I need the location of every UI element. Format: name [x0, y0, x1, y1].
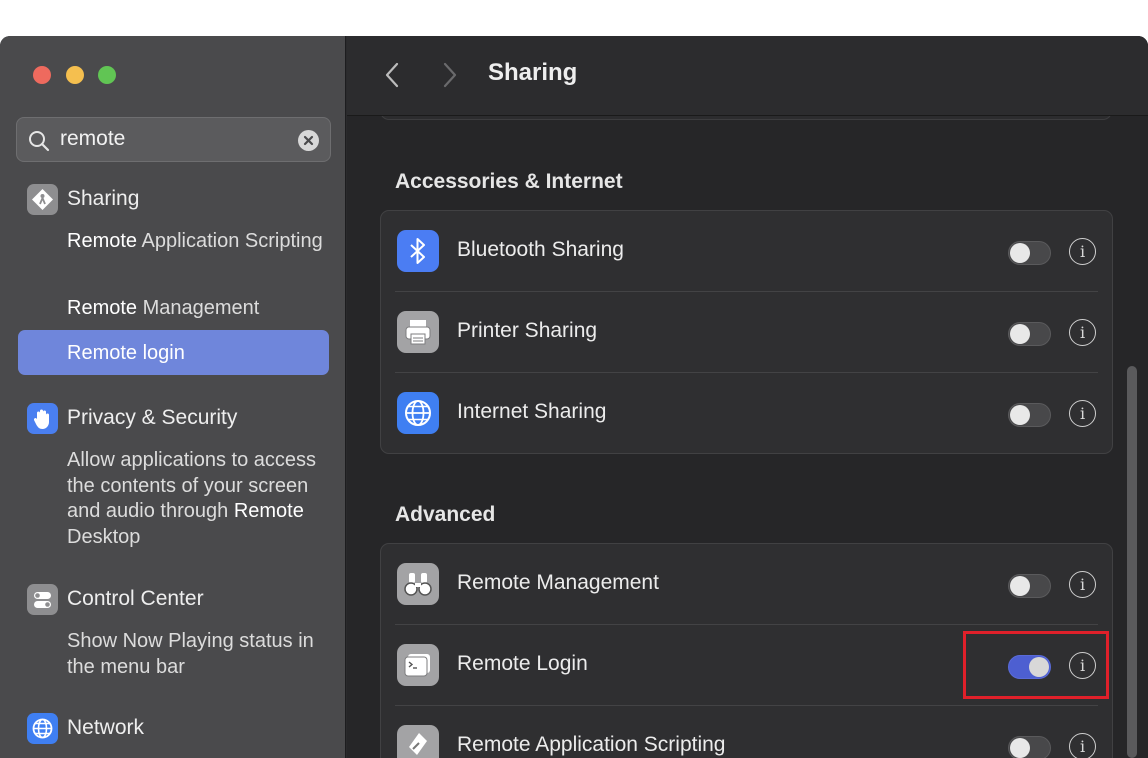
page-title: Sharing	[488, 59, 578, 86]
sidebar-subitem-text: Application Scripting	[137, 230, 323, 252]
sidebar-subitem-remote-login[interactable]: Remote login	[67, 341, 327, 367]
sidebar-item-network[interactable]: Network	[27, 712, 144, 744]
sidebar-subitem-screen-recording[interactable]: Allow applications to access the content…	[67, 448, 327, 550]
info-icon[interactable]: i	[1069, 571, 1096, 598]
row-label: Remote Application Scripting	[457, 733, 726, 756]
remote-management-toggle[interactable]	[1008, 574, 1051, 598]
sidebar-subitem-match: Remote	[67, 297, 138, 319]
row-internet-sharing: Internet Sharing i	[381, 373, 1112, 454]
sidebar-subitem-text: Management	[137, 297, 260, 319]
sidebar-item-privacy-security[interactable]: Privacy & Security	[27, 402, 237, 434]
sidebar-subitem-remote-application-scripting[interactable]: Remote Application Scripting	[67, 229, 327, 255]
search-icon	[29, 131, 50, 152]
binoculars-icon	[397, 563, 439, 605]
toggles-icon	[27, 583, 58, 615]
row-label: Internet Sharing	[457, 400, 607, 423]
bluetooth-sharing-toggle[interactable]	[1008, 241, 1051, 265]
settings-window: Sharing Remote Application Scripting Rem…	[0, 36, 1148, 758]
search-input[interactable]	[60, 127, 290, 151]
sidebar-subitem-text: login	[137, 342, 185, 364]
row-bluetooth-sharing: Bluetooth Sharing i	[381, 211, 1112, 292]
close-window-button[interactable]	[33, 66, 51, 84]
minimize-window-button[interactable]	[66, 66, 84, 84]
zoom-window-button[interactable]	[98, 66, 116, 84]
main-pane: Sharing Accessories & Internet Bluetooth…	[347, 36, 1148, 758]
info-icon[interactable]: i	[1069, 319, 1096, 346]
sidebar-item-label: Sharing	[67, 187, 140, 210]
globe-icon	[27, 712, 58, 744]
hand-icon	[27, 402, 58, 434]
printer-icon	[397, 311, 439, 353]
internet-sharing-toggle[interactable]	[1008, 403, 1051, 427]
globe-icon	[397, 392, 439, 434]
toolbar: Sharing	[347, 36, 1148, 116]
terminal-icon	[397, 644, 439, 686]
clear-search-icon[interactable]	[298, 130, 319, 151]
info-icon[interactable]: i	[1069, 733, 1096, 758]
sidebar-subitem-match: Remote	[67, 342, 138, 364]
row-label: Printer Sharing	[457, 319, 598, 342]
sidebar-subitem-now-playing[interactable]: Show Now Playing status in the menu bar	[67, 629, 327, 680]
script-icon	[397, 725, 439, 758]
sidebar-item-label: Network	[67, 716, 145, 739]
row-remote-management: Remote Management i	[381, 544, 1112, 625]
sidebar: Sharing Remote Application Scripting Rem…	[0, 36, 346, 758]
sidebar-subitem-remote-management[interactable]: Remote Management	[67, 296, 327, 322]
info-icon[interactable]: i	[1069, 238, 1096, 265]
sidebar-subitem-match: Remote	[67, 230, 138, 252]
info-icon[interactable]: i	[1069, 400, 1096, 427]
bluetooth-icon	[397, 230, 439, 272]
remote-application-scripting-toggle[interactable]	[1008, 736, 1051, 758]
search-field[interactable]	[16, 117, 331, 162]
sidebar-subitem-text: Desktop	[67, 525, 141, 548]
section-title-advanced: Advanced	[395, 503, 496, 526]
back-button[interactable]	[380, 60, 406, 90]
sidebar-item-label: Control Center	[67, 587, 204, 610]
section-title-accessories: Accessories & Internet	[395, 170, 623, 193]
row-label: Remote Login	[457, 652, 588, 675]
accessories-card: Bluetooth Sharing i Printer Sharing i In…	[380, 210, 1113, 454]
sidebar-item-control-center[interactable]: Control Center	[27, 583, 204, 615]
row-printer-sharing: Printer Sharing i	[381, 292, 1112, 373]
scrollbar[interactable]	[1127, 366, 1137, 758]
sharing-icon	[27, 183, 58, 215]
row-label: Remote Management	[457, 571, 659, 594]
sidebar-item-label: Privacy & Security	[67, 406, 238, 429]
sidebar-item-sharing[interactable]: Sharing	[27, 183, 139, 215]
sidebar-subitem-match: Remote	[233, 500, 304, 522]
row-remote-application-scripting: Remote Application Scripting i	[381, 706, 1112, 758]
forward-button[interactable]	[436, 60, 462, 90]
row-label: Bluetooth Sharing	[457, 238, 624, 261]
printer-sharing-toggle[interactable]	[1008, 322, 1051, 346]
annotation-highlight-box	[963, 631, 1109, 699]
